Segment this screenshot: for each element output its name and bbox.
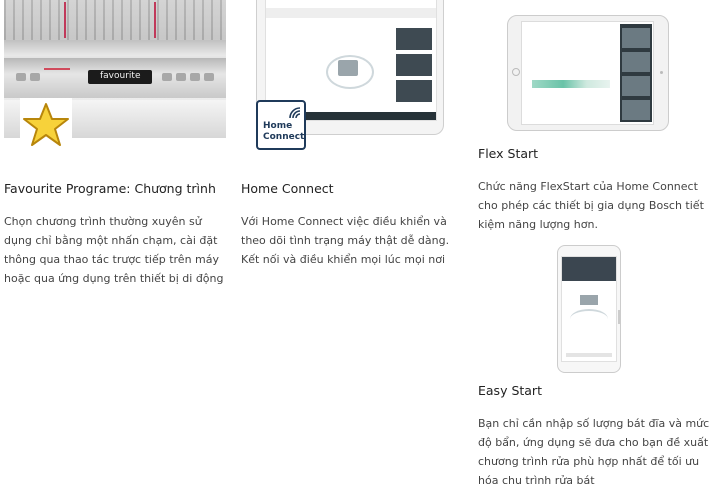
feature-title-home-connect: Home Connect xyxy=(241,181,334,196)
easy-start-phone-image xyxy=(557,245,621,373)
star-icon xyxy=(20,98,72,152)
feature-title-flex-start: Flex Start xyxy=(478,146,539,161)
flex-start-tablet-image xyxy=(507,15,669,131)
home-connect-wifi-icon xyxy=(289,107,301,119)
feature-desc-favourite: Chọn chương trình thường xuyên sử dụng c… xyxy=(4,215,224,285)
badge-line-connect: Connect xyxy=(263,132,305,142)
feature-title-favourite: Favourite Programe: Chương trình xyxy=(4,181,216,196)
home-connect-logo: Home Connect xyxy=(256,100,306,150)
display-text: favourite xyxy=(100,71,141,81)
feature-desc-home-connect: Với Home Connect việc điều khiển và theo… xyxy=(241,215,450,266)
badge-line-home: Home xyxy=(263,121,293,131)
feature-title-easy-start: Easy Start xyxy=(478,383,542,398)
dishwasher-display: favourite xyxy=(88,70,152,84)
feature-desc-flex-start: Chức năng FlexStart của Home Connect cho… xyxy=(478,180,704,231)
feature-desc-easy-start: Bạn chỉ cần nhập số lượng bát đĩa và mức… xyxy=(478,417,710,487)
